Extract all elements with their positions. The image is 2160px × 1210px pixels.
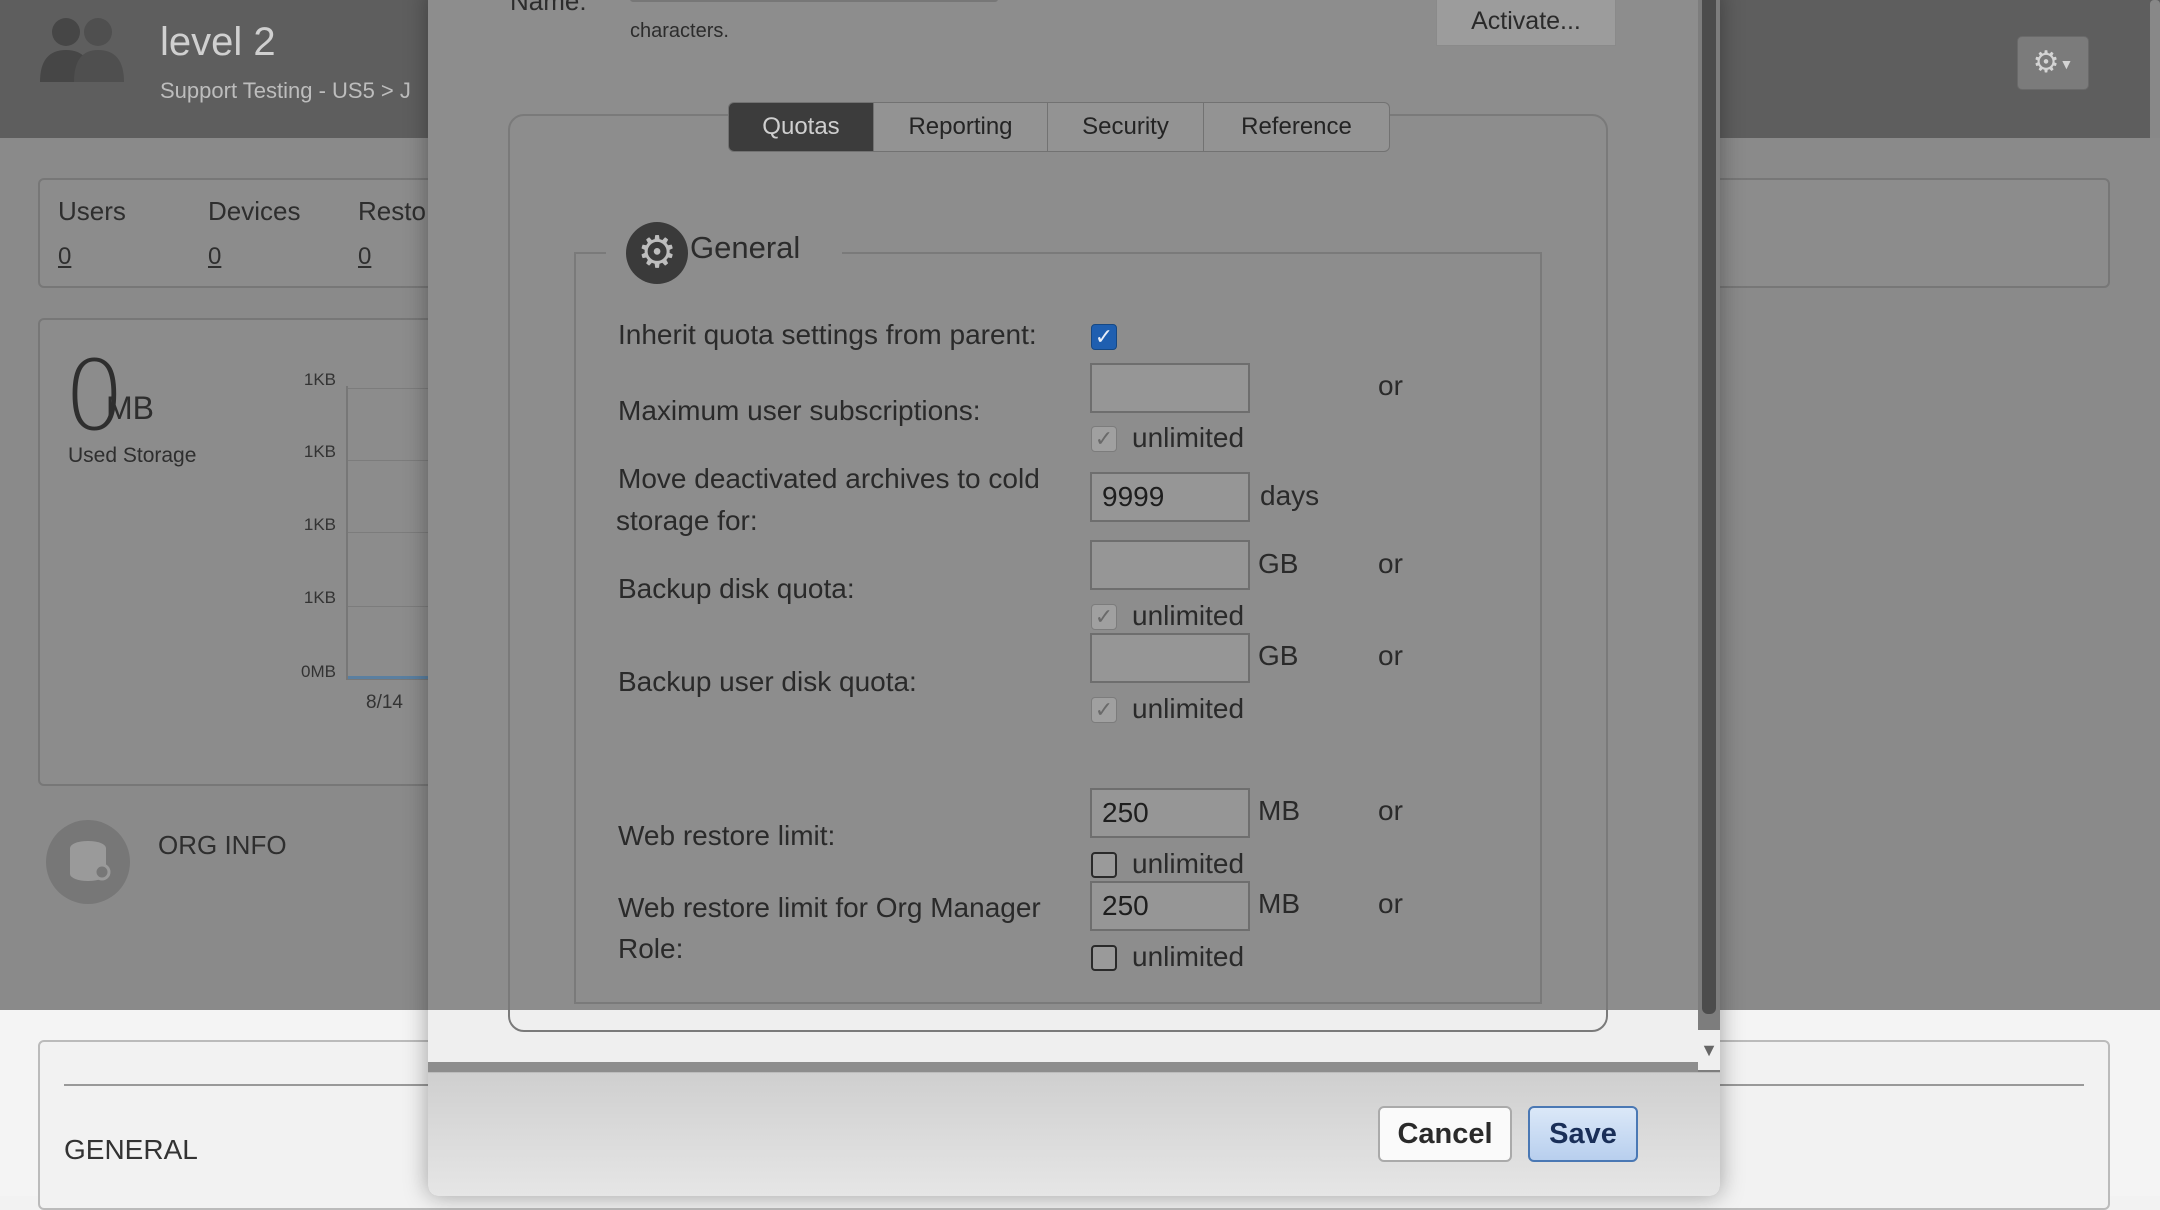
y-tick-label: 0MB <box>301 662 336 681</box>
y-tick-label: 1KB <box>303 515 336 534</box>
y-tick-label: 1KB <box>303 370 336 389</box>
gb-unit: GB <box>1258 640 1299 671</box>
tab-security[interactable]: Security <box>1048 102 1204 152</box>
mb-unit: MB <box>1258 795 1300 826</box>
stat-label: Resto <box>358 196 426 226</box>
general-heading: GENERAL <box>64 1134 198 1165</box>
gb-unit: GB <box>1258 548 1299 579</box>
settings-menu-button[interactable]: ⚙▼ <box>2017 36 2089 90</box>
or-label: or <box>1378 548 1403 579</box>
web-restore-limit-label: Web restore limit: <box>618 820 836 851</box>
mb-unit: MB <box>1258 888 1300 919</box>
org-info-label: ORG INFO <box>158 830 287 860</box>
tab-reporting[interactable]: Reporting <box>874 102 1048 152</box>
backup-user-disk-quota-label: Backup user disk quota: <box>618 666 917 697</box>
name-input[interactable] <box>630 0 998 2</box>
settings-tabs: Quotas Reporting Security Reference <box>728 102 1390 152</box>
dialog-footer <box>428 1072 1720 1196</box>
backup-disk-unlimited-checkbox[interactable]: ✓ <box>1091 604 1117 630</box>
web-restore-org-manager-input[interactable]: 250 <box>1090 881 1250 931</box>
unlimited-label: unlimited <box>1132 693 1245 724</box>
gear-icon: ⚙ <box>2032 46 2060 79</box>
max-subscriptions-label: Maximum user subscriptions: <box>618 395 981 426</box>
backup-disk-quota-label: Backup disk quota: <box>618 573 855 604</box>
cold-storage-label-line2: storage for: <box>616 505 758 536</box>
web-restore-limit-input[interactable]: 250 <box>1090 788 1250 838</box>
unlimited-label: unlimited <box>1132 422 1245 453</box>
org-title: level 2 <box>160 20 276 64</box>
inherit-checkbox[interactable]: ✓ <box>1091 324 1117 350</box>
stat-restores: Resto 0 <box>358 196 426 271</box>
backup-disk-quota-input[interactable] <box>1090 540 1250 590</box>
web-restore-org-manager-label-line2: Role: <box>618 933 684 964</box>
org-info-icon <box>46 820 130 904</box>
name-label: Name: <box>510 0 587 16</box>
storage-unit: MB <box>106 390 154 426</box>
max-subscriptions-input[interactable] <box>1090 363 1250 413</box>
y-tick-label: 1KB <box>303 442 336 461</box>
or-label: or <box>1378 888 1403 919</box>
activate-button[interactable]: Activate... <box>1436 0 1616 46</box>
web-restore-unlimited-checkbox[interactable] <box>1091 852 1117 878</box>
unlimited-label: unlimited <box>1132 600 1245 631</box>
stat-label: Devices <box>208 196 301 226</box>
or-label: or <box>1378 640 1403 671</box>
section-title: General <box>690 230 801 265</box>
save-button[interactable]: Save <box>1528 1106 1638 1162</box>
breadcrumb[interactable]: Support Testing - US5 > J <box>160 78 411 104</box>
tab-reference[interactable]: Reference <box>1204 102 1390 152</box>
web-restore-org-manager-label-line1: Web restore limit for Org Manager <box>618 892 1041 923</box>
or-label: or <box>1378 795 1403 826</box>
days-unit: days <box>1260 480 1320 511</box>
name-hint: characters. <box>630 20 729 42</box>
edit-org-dialog: Name: characters. Activate... Quotas Rep… <box>428 0 1720 1196</box>
users-icon <box>40 18 124 82</box>
backup-user-disk-quota-input[interactable] <box>1090 633 1250 683</box>
stat-restores-link[interactable]: 0 <box>358 243 426 271</box>
stat-users-link[interactable]: 0 <box>58 243 126 271</box>
max-subscriptions-unlimited-checkbox[interactable]: ✓ <box>1091 426 1117 452</box>
stat-label: Users <box>58 196 126 226</box>
cold-storage-label-line1: Move deactivated archives to cold <box>618 463 1040 494</box>
stat-users: Users 0 <box>58 196 126 271</box>
gear-icon: ⚙ <box>626 222 688 284</box>
or-label: or <box>1378 370 1403 401</box>
cancel-button[interactable]: Cancel <box>1378 1106 1512 1162</box>
cold-storage-days-input[interactable]: 9999 <box>1090 472 1250 522</box>
dialog-scrollbar-thumb[interactable] <box>1702 0 1716 1014</box>
x-tick-label: 8/14 <box>366 692 403 713</box>
unlimited-label: unlimited <box>1132 848 1245 879</box>
tab-quotas[interactable]: Quotas <box>728 102 874 152</box>
stat-devices-link[interactable]: 0 <box>208 243 300 271</box>
chevron-down-icon: ▼ <box>2059 56 2074 73</box>
unlimited-label: unlimited <box>1132 941 1245 972</box>
stat-devices: Devices 0 <box>208 196 300 271</box>
web-restore-org-manager-unlimited-checkbox[interactable] <box>1091 945 1117 971</box>
scroll-down-icon[interactable]: ▼ <box>1698 1030 1720 1070</box>
y-tick-label: 1KB <box>303 588 336 607</box>
used-storage-label: Used Storage <box>68 444 197 467</box>
backup-user-disk-unlimited-checkbox[interactable]: ✓ <box>1091 697 1117 723</box>
inherit-label: Inherit quota settings from parent: <box>618 319 1037 350</box>
